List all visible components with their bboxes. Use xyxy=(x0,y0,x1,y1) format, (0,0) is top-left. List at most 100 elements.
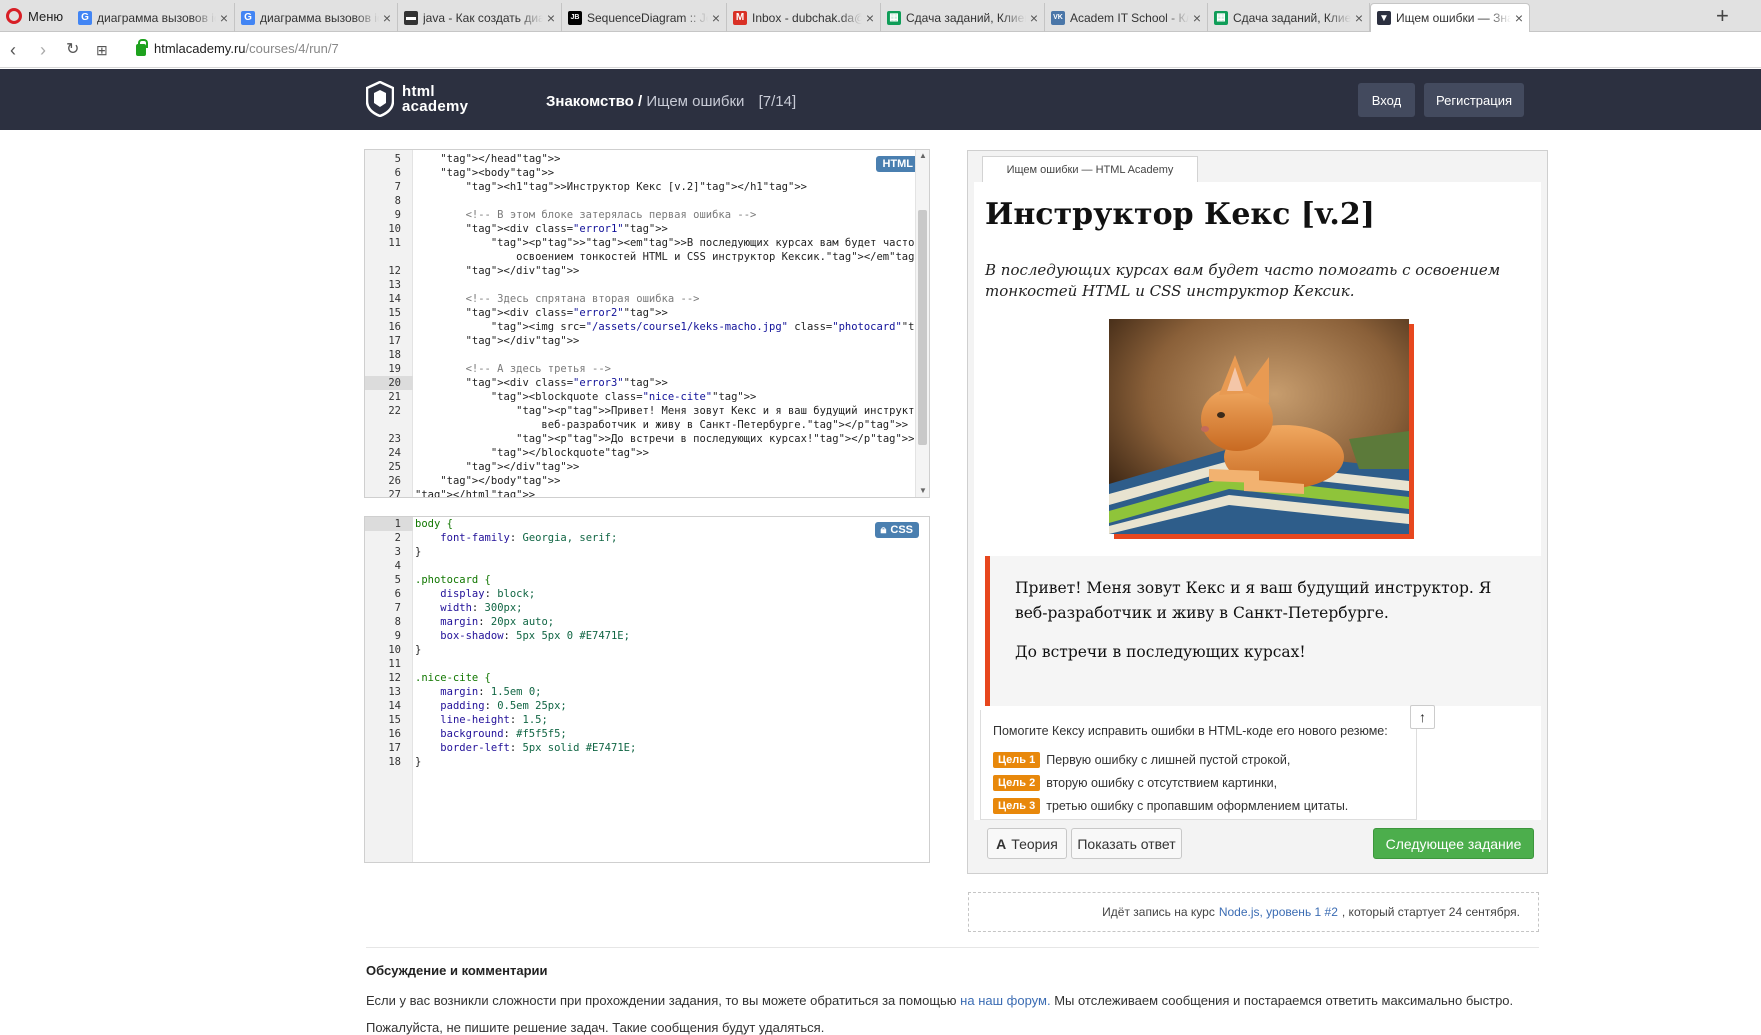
scroll-down-icon[interactable]: ▼ xyxy=(919,486,927,495)
code-line[interactable]: 9 <!-- В этом блоке затерялась первая ош… xyxy=(365,208,929,222)
code-line[interactable]: 17 border-left: 5px solid #E7471E; xyxy=(365,741,929,755)
code-line[interactable]: 15 "tag"><div class="error2""tag">> xyxy=(365,306,929,320)
site-header: html academy Знакомство / Ищем ошибки [7… xyxy=(0,69,1761,130)
collapse-goals-button[interactable]: ↑ xyxy=(1410,705,1435,729)
code-line[interactable]: 25 "tag"></div"tag">> xyxy=(365,460,929,474)
code-line[interactable]: 10} xyxy=(365,643,929,657)
scrollbar-thumb[interactable] xyxy=(918,210,927,445)
url-field[interactable]: htmlacademy.ru/courses/4/run/7 xyxy=(136,38,339,56)
code-line[interactable]: 21 "tag"><blockquote class="nice-cite""t… xyxy=(365,390,929,404)
line-number: 7 xyxy=(394,602,401,614)
code-line[interactable]: 6 display: block; xyxy=(365,587,929,601)
forum-link[interactable]: на наш форум. xyxy=(960,993,1050,1008)
line-number: 20 xyxy=(365,376,413,390)
code-line[interactable]: 8 xyxy=(365,194,929,208)
close-tab-icon[interactable]: × xyxy=(1193,10,1201,26)
browser-tab[interactable]: ▬ java - Как создать диаграмму × xyxy=(398,3,562,32)
speed-dial-icon[interactable]: ⊞ xyxy=(96,40,108,60)
browser-tab[interactable]: Gдиаграмма вызовов idea × xyxy=(72,3,235,32)
code-line[interactable]: 7 "tag"><h1"tag">>Инструктор Кекс [v.2]"… xyxy=(365,180,929,194)
htmlacademy-logo[interactable]: html academy xyxy=(366,81,468,117)
close-tab-icon[interactable]: × xyxy=(383,10,391,26)
code-line[interactable]: 24 "tag"></blockquote"tag">> xyxy=(365,446,929,460)
line-text: padding: 0.5em 25px; xyxy=(440,700,567,712)
code-line[interactable]: 6 "tag"><body"tag">> xyxy=(365,166,929,180)
code-line[interactable]: 22 "tag"><p"tag">>Привет! Меня зовут Кек… xyxy=(365,404,929,418)
code-line[interactable]: 14 padding: 0.5em 25px; xyxy=(365,699,929,713)
forward-icon[interactable]: › xyxy=(40,40,46,60)
code-line[interactable]: 26 "tag"></body"tag">> xyxy=(365,474,929,488)
code-line[interactable]: 11 "tag"><p"tag">>"tag"><em"tag">>В посл… xyxy=(365,236,929,250)
show-answer-button[interactable]: Показать ответ xyxy=(1071,828,1182,859)
html-editor[interactable]: 5 "tag"></head"tag">> 6 "tag"><body"tag">… xyxy=(364,149,930,498)
code-line[interactable]: 20 "tag"><div class="error3""tag">> xyxy=(365,376,929,390)
login-button[interactable]: Вход xyxy=(1358,83,1415,117)
code-line[interactable]: веб-разработчик и живу в Санкт-Петербург… xyxy=(365,418,929,432)
browser-tab[interactable]: ▦ Сдача заданий, Клиент × xyxy=(1208,3,1370,32)
code-line[interactable]: 18} xyxy=(365,755,929,769)
close-tab-icon[interactable]: × xyxy=(1030,10,1038,26)
browser-tab[interactable]: VK Academ IT School - Клиент × xyxy=(1045,3,1208,32)
code-line[interactable]: 1 body { xyxy=(365,517,929,531)
browser-tab[interactable]: JB SequenceDiagram :: JetBrains × xyxy=(562,3,727,32)
new-tab-button[interactable]: + xyxy=(1716,5,1729,27)
code-line[interactable]: 15 line-height: 1.5; xyxy=(365,713,929,727)
close-tab-icon[interactable]: × xyxy=(547,10,555,26)
html-badge: HTML xyxy=(876,156,919,172)
back-icon[interactable]: ‹ xyxy=(10,40,16,60)
code-line[interactable]: 12 "tag"></div"tag">> xyxy=(365,264,929,278)
scroll-up-icon[interactable]: ▲ xyxy=(919,151,927,160)
close-tab-icon[interactable]: × xyxy=(1515,10,1523,26)
code-line[interactable]: 27 "tag"></html"tag">> xyxy=(365,488,929,497)
breadcrumb-section-link[interactable]: Знакомство / xyxy=(546,93,642,110)
code-line[interactable]: 10 "tag"><div class="error1""tag">> xyxy=(365,222,929,236)
css-editor[interactable]: 1 body {2 font-family: Georgia, serif; 3} 4… xyxy=(364,516,930,863)
enroll-course-link[interactable]: Node.js, уровень 1 #2 xyxy=(1219,905,1338,919)
code-line[interactable]: 12 .nice-cite { xyxy=(365,671,929,685)
code-line[interactable]: 13 margin: 1.5em 0; xyxy=(365,685,929,699)
close-tab-icon[interactable]: × xyxy=(1355,10,1363,26)
close-tab-icon[interactable]: × xyxy=(866,10,874,26)
browser-tab[interactable]: ▼ Ищем ошибки — Знакомство × xyxy=(1370,3,1530,32)
code-line[interactable]: 16 "tag"><img src="/assets/course1/keks-… xyxy=(365,320,929,334)
code-line[interactable]: 11 xyxy=(365,657,929,671)
line-number: 12 xyxy=(388,265,401,277)
task-goals: Помогите Кексу исправить ошибки в HTML-к… xyxy=(980,710,1417,820)
code-line[interactable]: 19 <!-- А здесь третья --> xyxy=(365,362,929,376)
code-line[interactable]: 7 width: 300px; xyxy=(365,601,929,615)
theory-button[interactable]: A Теория xyxy=(987,828,1067,859)
opera-menu-button[interactable]: Меню xyxy=(6,6,63,26)
reload-icon[interactable]: ↻ xyxy=(66,40,79,60)
close-tab-icon[interactable]: × xyxy=(712,10,720,26)
code-line[interactable]: 23 "tag"><p"tag">>До встречи в последующ… xyxy=(365,432,929,446)
next-task-button[interactable]: Следующее задание xyxy=(1373,828,1534,859)
code-line[interactable]: 14 <!-- Здесь спрятана вторая ошибка --> xyxy=(365,292,929,306)
browser-tab[interactable]: Gдиаграмма вызовов idea × xyxy=(235,3,398,32)
preview-tab[interactable]: Ищем ошибки — HTML Academy xyxy=(982,156,1198,183)
code-line[interactable]: 18 xyxy=(365,348,929,362)
code-line[interactable]: 3} xyxy=(365,545,929,559)
code-line[interactable]: 2 font-family: Georgia, serif; xyxy=(365,531,929,545)
code-line[interactable]: 8 margin: 20px auto; xyxy=(365,615,929,629)
code-line[interactable]: 16 background: #f5f5f5; xyxy=(365,727,929,741)
browser-tab[interactable]: M Inbox - dubchak.da@gmail.com × xyxy=(727,3,881,32)
code-line[interactable]: 5 .photocard { xyxy=(365,573,929,587)
code-line[interactable]: 9 box-shadow: 5px 5px 0 #E7471E; xyxy=(365,629,929,643)
code-line[interactable]: освоением тонкостей HTML и CSS инструкто… xyxy=(365,250,929,264)
sheets-icon: ▦ xyxy=(887,10,901,25)
line-text: font-family: Georgia, serif; xyxy=(440,532,618,544)
line-number: 11 xyxy=(388,237,401,249)
code-line[interactable]: 4 xyxy=(365,559,929,573)
register-button[interactable]: Регистрация xyxy=(1424,83,1524,117)
browser-tab[interactable]: ▦ Сдача заданий, Клиент × xyxy=(881,3,1045,32)
line-number: 9 xyxy=(394,630,401,642)
line-text: "tag"></div"tag">> xyxy=(465,265,580,277)
code-line[interactable]: 5 "tag"></head"tag">> xyxy=(365,152,929,166)
close-tab-icon[interactable]: × xyxy=(220,10,228,26)
code-line[interactable]: 13 xyxy=(365,278,929,292)
line-number: 8 xyxy=(394,616,401,628)
code-line[interactable]: 17 "tag"></div"tag">> xyxy=(365,334,929,348)
line-text: "tag"><body"tag">> xyxy=(440,167,555,179)
html-editor-scrollbar[interactable]: ▲ ▼ xyxy=(915,150,929,497)
line-text: <!-- А здесь третья --> xyxy=(415,363,611,375)
